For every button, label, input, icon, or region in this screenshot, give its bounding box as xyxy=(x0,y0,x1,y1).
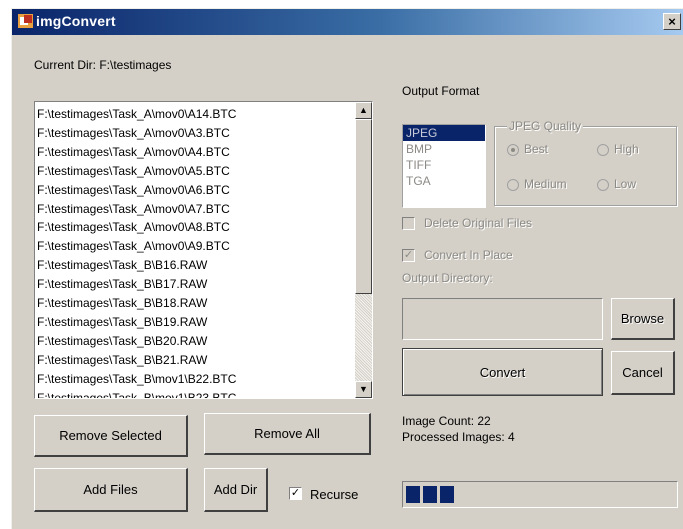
format-option-tga[interactable]: TGA xyxy=(403,173,485,189)
quality-medium-label: Medium xyxy=(524,177,567,191)
recurse-checkbox[interactable]: ✓ xyxy=(289,487,302,500)
progress-block xyxy=(406,486,420,503)
recurse-label: Recurse xyxy=(310,487,359,502)
jpeg-quality-title: JPEG Quality xyxy=(507,119,584,133)
format-option-jpeg[interactable]: JPEG xyxy=(403,125,485,141)
quality-best-radio[interactable] xyxy=(507,144,519,156)
check-icon: ✓ xyxy=(403,249,414,261)
file-list-item[interactable]: F:\testimages\Task_B\B17.RAW xyxy=(37,275,345,294)
file-list-item[interactable]: F:\testimages\Task_B\mov1\B23.BTC xyxy=(37,389,345,398)
jpeg-quality-group: JPEG Quality Best High Medium Low xyxy=(494,119,677,206)
scroll-thumb[interactable] xyxy=(355,119,372,294)
file-list: F:\testimages\Task_A\mov0\A14.BTC F:\test… xyxy=(37,105,345,398)
scroll-up-button[interactable]: ▲ xyxy=(355,102,372,119)
output-directory-field[interactable] xyxy=(402,298,603,340)
arrow-down-icon: ▼ xyxy=(359,384,368,394)
quality-high-radio[interactable] xyxy=(597,144,609,156)
progress-block xyxy=(440,486,454,503)
window-title: imgConvert xyxy=(36,13,116,29)
file-list-item[interactable]: F:\testimages\Task_B\B19.RAW xyxy=(37,313,345,332)
cancel-button[interactable]: Cancel xyxy=(611,351,675,395)
file-list-item[interactable]: F:\testimages\Task_A\mov0\A4.BTC xyxy=(37,143,345,162)
conversion-progress-bar xyxy=(402,481,678,508)
file-list-item[interactable]: F:\testimages\Task_B\B21.RAW xyxy=(37,351,345,370)
file-list-scrollbar[interactable]: ▲ ▼ xyxy=(355,102,372,398)
convert-in-place-checkbox[interactable]: ✓ xyxy=(402,249,415,262)
add-files-button[interactable]: Add Files xyxy=(34,468,188,512)
file-list-item[interactable]: F:\testimages\Task_A\mov0\A8.BTC xyxy=(37,218,345,237)
arrow-up-icon: ▲ xyxy=(359,105,368,115)
file-list-item[interactable]: F:\testimages\Task_A\mov0\A5.BTC xyxy=(37,162,345,181)
add-dir-button[interactable]: Add Dir xyxy=(204,468,268,512)
file-list-item[interactable]: F:\testimages\Task_A\mov0\A14.BTC xyxy=(37,105,345,124)
file-list-item[interactable]: F:\testimages\Task_A\mov0\A3.BTC xyxy=(37,124,345,143)
remove-all-button[interactable]: Remove All xyxy=(204,413,371,455)
close-icon: × xyxy=(668,14,676,29)
file-listbox[interactable]: F:\testimages\Task_A\mov0\A14.BTC F:\test… xyxy=(34,101,373,399)
imgconvert-window: imgConvert × Current Dir: F:\testimages … xyxy=(11,8,683,529)
current-dir-label: Current Dir: F:\testimages xyxy=(34,58,172,72)
file-list-item[interactable]: F:\testimages\Task_A\mov0\A6.BTC xyxy=(37,181,345,200)
scroll-down-button[interactable]: ▼ xyxy=(355,381,372,398)
app-icon xyxy=(18,14,33,28)
check-icon: ✓ xyxy=(290,487,301,499)
quality-low-radio[interactable] xyxy=(597,179,609,191)
file-list-item[interactable]: F:\testimages\Task_A\mov0\A7.BTC xyxy=(37,200,345,219)
delete-originals-checkbox[interactable] xyxy=(402,217,415,230)
output-format-label: Output Format xyxy=(402,84,480,98)
file-list-item[interactable]: F:\testimages\Task_A\mov0\A9.BTC xyxy=(37,237,345,256)
image-count-label: Image Count: 22 xyxy=(402,414,491,428)
file-list-item[interactable]: F:\testimages\Task_B\mov1\B22.BTC xyxy=(37,370,345,389)
remove-selected-button[interactable]: Remove Selected xyxy=(34,415,188,457)
quality-low-label: Low xyxy=(614,177,637,191)
format-option-tiff[interactable]: TIFF xyxy=(403,157,485,173)
delete-originals-label: Delete Original Files xyxy=(424,216,533,230)
browse-button[interactable]: Browse xyxy=(611,298,675,340)
quality-high-label: High xyxy=(614,142,639,156)
convert-in-place-label: Convert In Place xyxy=(424,248,513,262)
processed-images-label: Processed Images: 4 xyxy=(402,430,515,444)
quality-medium-radio[interactable] xyxy=(507,179,519,191)
close-button[interactable]: × xyxy=(663,13,681,30)
file-list-item[interactable]: F:\testimages\Task_B\B18.RAW xyxy=(37,294,345,313)
output-format-list[interactable]: JPEG BMP TIFF TGA xyxy=(402,124,486,208)
output-directory-label: Output Directory: xyxy=(402,271,493,285)
convert-button[interactable]: Convert xyxy=(402,348,603,396)
quality-best-label: Best xyxy=(524,142,549,156)
format-option-bmp[interactable]: BMP xyxy=(403,141,485,157)
file-list-item[interactable]: F:\testimages\Task_B\B16.RAW xyxy=(37,256,345,275)
title-bar[interactable]: imgConvert × xyxy=(12,9,683,35)
progress-block xyxy=(423,486,437,503)
file-list-item[interactable]: F:\testimages\Task_B\B20.RAW xyxy=(37,332,345,351)
